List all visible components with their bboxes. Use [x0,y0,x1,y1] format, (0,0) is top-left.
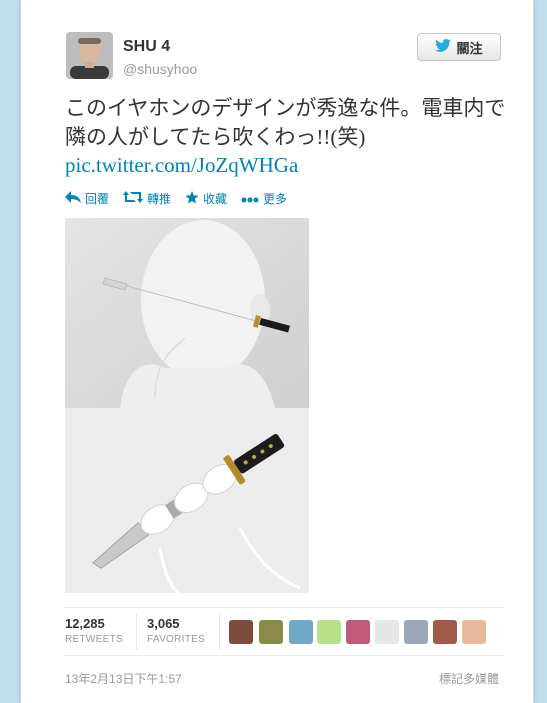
stats-separator [219,614,220,650]
tweet-photo-earphones[interactable] [65,408,309,593]
favorite-star-icon [185,190,199,207]
follow-label: 關注 [456,40,483,56]
favoriter-avatar[interactable] [317,620,341,644]
retweet-button[interactable]: 轉推 [123,190,171,207]
reply-label: 回覆 [85,192,110,206]
retweets-count[interactable]: 12,285 [65,616,105,631]
flag-media-link[interactable]: 標記多媒體 [439,670,499,687]
tweet-media-link[interactable]: pic.twitter.com/JoZqWHGa [65,153,298,178]
user-name[interactable]: SHU 4 [123,38,170,56]
tweet-actions: 回覆 轉推 收藏 更多 [65,190,287,207]
stats-separator [136,614,137,650]
stats-divider-bottom [65,655,503,656]
tweet-timestamp[interactable]: 13年2月13日下午1:57 [65,670,182,687]
favorites-count[interactable]: 3,065 [147,616,180,631]
favorite-button[interactable]: 收藏 [185,190,227,207]
favoriter-avatar[interactable] [346,620,370,644]
twitter-bird-icon [435,39,452,55]
tweet-photo-mannequin[interactable] [65,218,309,408]
favoriter-avatar[interactable] [375,620,399,644]
more-label: 更多 [263,192,288,206]
stats-divider-top [65,607,503,608]
retweets-label[interactable]: RETWEETS [65,634,123,645]
favoriter-avatar[interactable] [462,620,486,644]
favoriter-avatar[interactable] [259,620,283,644]
follow-button[interactable]: 關注 [417,33,501,61]
user-handle[interactable]: @shusyhoo [123,61,197,77]
favoriter-avatar[interactable] [289,620,313,644]
avatar[interactable] [66,32,113,79]
favorite-label: 收藏 [203,192,228,206]
favoriter-avatar[interactable] [229,620,253,644]
retweet-icon [123,191,144,206]
favorites-label[interactable]: FAVORITES [147,634,205,645]
favoriter-avatar[interactable] [433,620,457,644]
retweet-label: 轉推 [147,192,172,206]
tweet-text: このイヤホンのデザインが秀逸な件。電車内で隣の人がしてたら吹くわっ!!(笑) [65,96,506,149]
reply-button[interactable]: 回覆 [65,190,109,207]
more-button[interactable]: 更多 [241,190,287,207]
tweet-card: SHU 4 @shusyhoo 關注 このイヤホンのデザインが秀逸な件。電車内で… [20,0,534,703]
favoriter-avatar[interactable] [404,620,428,644]
reply-icon [65,191,81,206]
more-dots-icon [241,192,259,206]
